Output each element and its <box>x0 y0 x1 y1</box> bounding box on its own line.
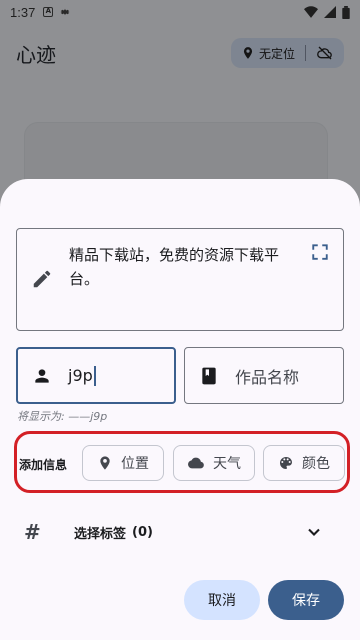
chip-label: 天气 <box>213 456 241 472</box>
status-time: 1:37 <box>10 4 36 20</box>
app-title: 心迹 <box>16 42 56 67</box>
add-location-chip[interactable]: 位置 <box>82 445 164 481</box>
palette-icon <box>280 457 292 469</box>
status-right-icons <box>304 5 350 19</box>
cloud-icon <box>188 457 204 469</box>
chevron-down-icon[interactable] <box>304 522 324 542</box>
location-status-label: 无定位 <box>258 46 295 61</box>
fullscreen-icon[interactable] <box>311 243 329 261</box>
settings-gear-icon <box>60 8 70 16</box>
save-button[interactable]: 保存 <box>268 580 344 620</box>
notification-a-icon: A <box>43 7 54 17</box>
author-value: j9p <box>68 366 93 385</box>
attribution-preview: 将显示为: ——j9p <box>17 410 108 423</box>
location-status-chip[interactable]: 无定位 <box>230 38 344 68</box>
location-pin-icon <box>243 47 253 59</box>
content-text: 精品下载站，免费的资源下载平台。 <box>69 246 280 288</box>
select-tags-row[interactable]: # 选择标签 (0) <box>16 512 344 552</box>
add-info-label: 添加信息 <box>19 458 68 472</box>
text-cursor <box>93 365 96 386</box>
app-header: 心迹 无定位 <box>0 24 360 82</box>
author-input[interactable]: j9p <box>16 347 176 404</box>
add-weather-chip[interactable]: 天气 <box>173 445 255 481</box>
cloud-off-icon[interactable] <box>316 45 334 61</box>
hashtag-icon: # <box>24 520 41 544</box>
content-text-field[interactable]: 精品下载站，免费的资源下载平台。 <box>16 228 344 331</box>
add-info-row: 添加信息 位置 天气 颜色 <box>14 431 350 493</box>
add-color-chip[interactable]: 颜色 <box>263 445 345 481</box>
select-tags-label: 选择标签 <box>74 526 127 542</box>
book-icon <box>202 367 216 384</box>
location-pin-icon <box>100 456 110 470</box>
status-bar: 1:37 A <box>0 0 360 24</box>
signal-icon <box>324 6 336 18</box>
chip-label: 颜色 <box>302 456 330 472</box>
status-left-icons: A <box>43 6 71 18</box>
edit-icon <box>33 270 51 288</box>
work-title-input[interactable]: 作品名称 <box>184 347 344 404</box>
chip-divider <box>305 45 306 61</box>
person-icon <box>35 368 49 383</box>
cancel-button[interactable]: 取消 <box>184 580 260 620</box>
tags-count: (0) <box>132 524 153 540</box>
chip-label: 位置 <box>121 456 149 472</box>
battery-icon <box>342 5 350 19</box>
bottom-sheet: 精品下载站，免费的资源下载平台。 j9p 作品名称 将显示为: ——j9p 添加… <box>0 179 360 640</box>
work-title-placeholder: 作品名称 <box>235 367 300 387</box>
wifi-icon <box>304 6 318 18</box>
